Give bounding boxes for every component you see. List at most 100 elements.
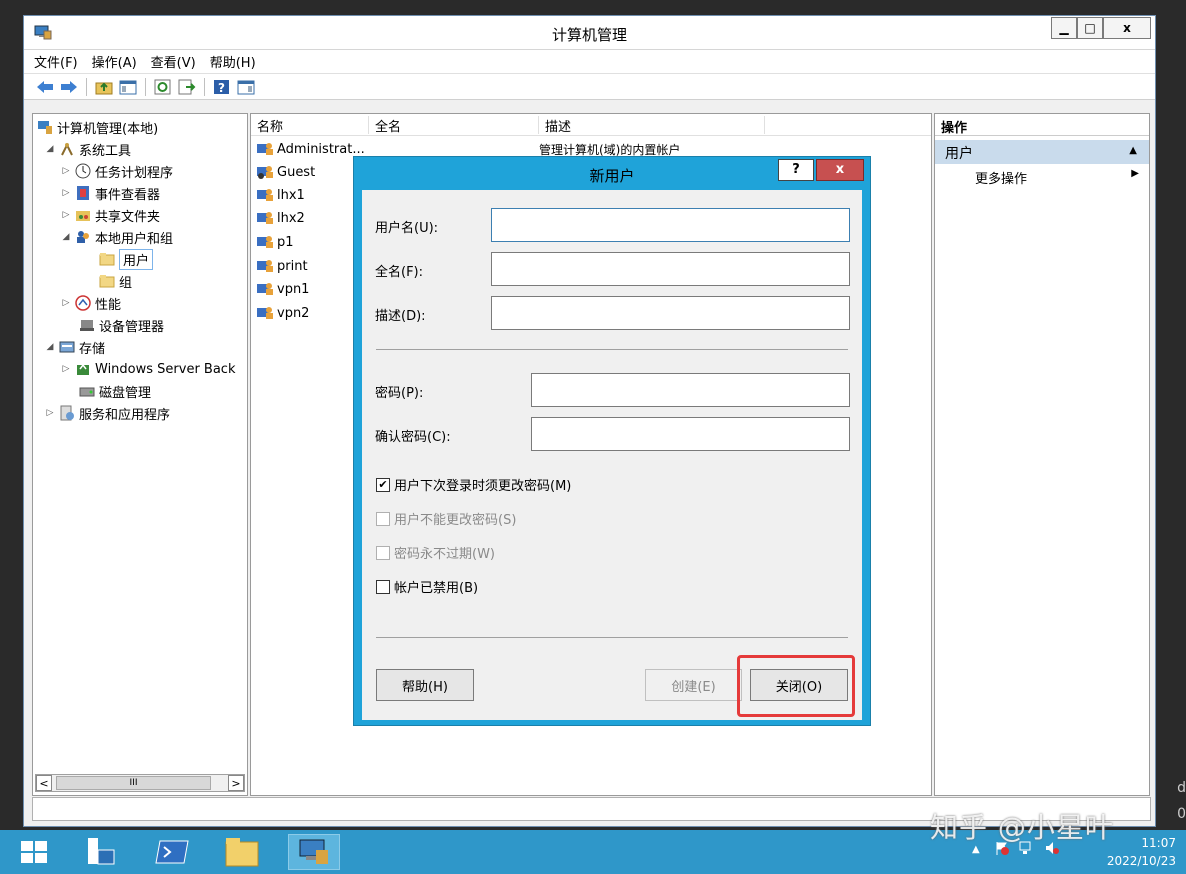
user-icon [257, 305, 274, 321]
folder-icon [99, 273, 115, 289]
expand-arrow-icon[interactable]: ▷ [61, 166, 71, 176]
fullname-label: 全名(F): [375, 265, 424, 280]
password-never-expires-checkbox: 密码永不过期(W) [376, 543, 495, 562]
actions-pane: 操作 用户 ▲ 更多操作 ▶ [934, 113, 1150, 796]
performance-icon [75, 295, 91, 311]
expand-arrow-icon[interactable]: ▷ [61, 298, 71, 308]
tree-item-performance[interactable]: ▷ 性能 [61, 293, 121, 313]
forward-arrow-icon[interactable] [60, 79, 78, 95]
actions-section-users[interactable]: 用户 ▲ [935, 140, 1149, 164]
divider [376, 637, 848, 638]
tree-item-local-users-groups[interactable]: ◢ 本地用户和组 [61, 227, 173, 247]
scroll-left-button[interactable]: < [36, 775, 52, 791]
help-button[interactable]: 帮助(H) [376, 669, 474, 701]
tree-item-task-scheduler[interactable]: ▷ 任务计划程序 [61, 161, 173, 181]
user-icon [257, 258, 274, 274]
user-icon [257, 210, 274, 226]
close-button[interactable]: x [1103, 17, 1151, 39]
expand-arrow-icon[interactable]: ◢ [45, 342, 55, 352]
more-actions-item[interactable]: 更多操作 ▶ [935, 164, 1149, 187]
column-name[interactable]: 名称 [251, 116, 369, 135]
scroll-thumb[interactable]: III [56, 776, 211, 790]
clock-time[interactable]: 11:07 [1107, 834, 1176, 850]
shared-folders-icon [75, 207, 91, 223]
toolbar: ? [24, 74, 1155, 100]
tree-item-storage[interactable]: ◢ 存储 [45, 337, 105, 357]
red-highlight-box [737, 655, 855, 717]
dialog-body: 用户名(U): 全名(F): 描述(D): 密码(P): 确认密码(C): ✔ … [362, 190, 862, 720]
refresh-icon[interactable] [154, 79, 172, 95]
up-folder-icon[interactable] [95, 79, 113, 95]
tree-item-groups[interactable]: 组 [99, 271, 132, 291]
computer-management-taskbar-button[interactable] [288, 834, 340, 870]
column-description[interactable]: 描述 [539, 116, 765, 135]
user-icon [257, 141, 274, 157]
export-list-icon[interactable] [178, 79, 196, 95]
expand-arrow-icon[interactable]: ▷ [61, 210, 71, 220]
computer-management-icon [299, 839, 328, 864]
tree-item-computer-management[interactable]: 计算机管理(本地) [37, 117, 158, 137]
storage-icon [59, 339, 75, 355]
menu-file[interactable]: 文件(F) [34, 52, 78, 71]
tree-item-windows-server-backup[interactable]: ▷ Windows Server Back [61, 359, 236, 379]
expand-arrow-icon[interactable]: ◢ [61, 232, 71, 242]
scroll-right-button[interactable]: > [228, 775, 244, 791]
confirm-password-field[interactable] [531, 417, 850, 451]
confirm-password-label: 确认密码(C): [375, 430, 451, 445]
menu-bar: 文件(F) 操作(A) 查看(V) 帮助(H) [24, 50, 1155, 74]
server-manager-taskbar-button[interactable] [74, 834, 126, 870]
account-disabled-checkbox[interactable]: 帐户已禁用(B) [376, 577, 478, 596]
minimize-button[interactable]: ▁ [1051, 17, 1077, 39]
show-hide-action-pane-icon[interactable] [237, 79, 255, 95]
menu-view[interactable]: 查看(V) [151, 52, 196, 71]
description-field[interactable] [491, 296, 850, 330]
watermark: 知乎 @小星叶 [930, 811, 1114, 844]
collapse-caret-icon[interactable]: ▲ [1129, 145, 1137, 156]
file-explorer-taskbar-button[interactable] [216, 834, 268, 870]
expand-arrow-icon[interactable]: ▷ [61, 364, 71, 374]
tree-item-event-viewer[interactable]: ▷ 事件查看器 [61, 183, 160, 203]
dialog-help-button[interactable]: ? [778, 159, 814, 181]
guest-user-icon [257, 164, 274, 180]
window-title: 计算机管理 [551, 26, 627, 44]
tree-horizontal-scrollbar[interactable]: < III > [35, 774, 245, 792]
menu-help[interactable]: 帮助(H) [210, 52, 256, 71]
column-full-name[interactable]: 全名 [369, 116, 539, 135]
tree-item-services-applications[interactable]: ▷ 服务和应用程序 [45, 403, 170, 423]
tree-item-disk-management[interactable]: 磁盘管理 [79, 381, 151, 401]
list-header: 名称 全名 描述 [251, 114, 931, 136]
clock-date[interactable]: 2022/10/23 [1107, 850, 1176, 868]
expand-arrow-icon[interactable]: ▷ [61, 188, 71, 198]
user-icon [257, 187, 274, 203]
fullname-field[interactable] [491, 252, 850, 286]
checkbox-checked[interactable]: ✔ [376, 477, 390, 492]
username-label: 用户名(U): [375, 221, 439, 236]
folder-icon [99, 251, 115, 267]
tree-item-system-tools[interactable]: ◢ 系统工具 [45, 139, 131, 159]
file-explorer-icon [225, 838, 259, 867]
expand-arrow-icon[interactable]: ◢ [45, 144, 55, 154]
menu-action[interactable]: 操作(A) [92, 52, 137, 71]
toolbar-separator [86, 77, 87, 96]
password-label: 密码(P): [375, 386, 424, 401]
show-hide-tree-icon[interactable] [119, 79, 137, 95]
expand-arrow-icon[interactable]: ▷ [45, 408, 55, 418]
tree-item-users[interactable]: 用户 [99, 248, 154, 270]
back-arrow-icon[interactable] [36, 79, 54, 95]
start-button[interactable] [8, 834, 60, 870]
new-user-dialog: 新用户 ? x 用户名(U): 全名(F): 描述(D): 密码(P): 确认密… [353, 156, 871, 726]
checkbox[interactable] [376, 579, 390, 594]
user-icon [257, 234, 274, 250]
username-field[interactable] [491, 208, 850, 242]
system-tray: 11:07 2022/10/23 [1107, 834, 1176, 868]
title-bar: 计算机管理 ▁ □ x [24, 16, 1155, 50]
help-icon[interactable]: ? [213, 79, 231, 95]
powershell-taskbar-button[interactable] [146, 834, 198, 870]
must-change-password-checkbox[interactable]: ✔ 用户下次登录时须更改密码(M) [376, 475, 571, 494]
tree-item-device-manager[interactable]: 设备管理器 [79, 315, 164, 335]
dialog-close-button[interactable]: x [816, 159, 864, 181]
password-field[interactable] [531, 373, 850, 407]
cannot-change-password-checkbox: 用户不能更改密码(S) [376, 509, 516, 528]
maximize-button[interactable]: □ [1077, 17, 1103, 39]
tree-item-shared-folders[interactable]: ▷ 共享文件夹 [61, 205, 160, 225]
